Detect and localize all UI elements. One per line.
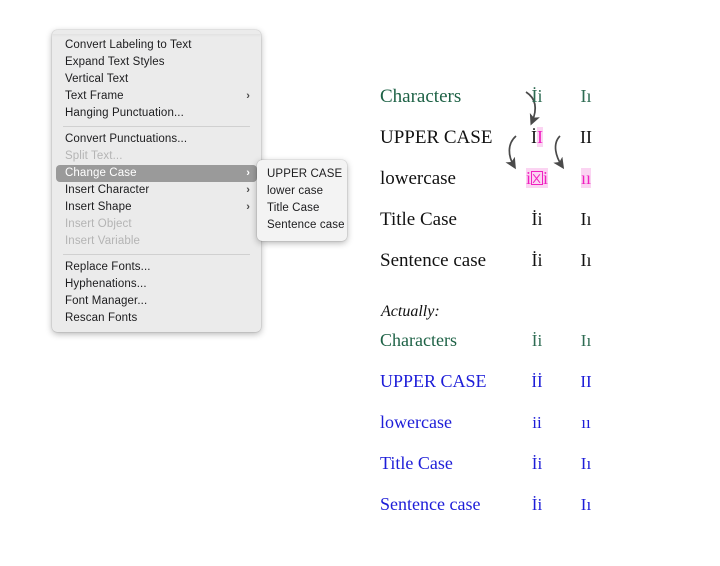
menu-item-hanging-punctuation[interactable]: Hanging Punctuation... — [52, 105, 261, 122]
menu-item-label: Insert Variable — [65, 235, 141, 247]
row-value-upper-case-col2: II — [580, 371, 592, 391]
menu-item-label: Text Frame — [65, 90, 124, 102]
row-label-characters: Characters — [380, 85, 462, 107]
menu-item-label: Insert Character — [65, 184, 150, 196]
submenu-item-label: UPPER CASE — [267, 168, 343, 180]
menu-item-label: Font Manager... — [65, 295, 148, 307]
chevron-right-icon: › — [246, 184, 250, 196]
row-value-sentence-case-col2: Iı — [580, 494, 592, 514]
row-label-lowercase: lowercase — [380, 412, 452, 432]
menu-item-font-manager[interactable]: Font Manager... — [52, 293, 261, 310]
row-value-title-case-col2: Iı — [580, 209, 592, 229]
menu-item-label: Expand Text Styles — [65, 56, 165, 68]
table-row: Sentence case İi Iı — [380, 240, 610, 281]
row-value-lowercase-col1: ii — [532, 412, 542, 432]
text-context-menu[interactable]: Convert Labeling to Text Expand Text Sty… — [52, 30, 261, 332]
table-row: UPPER CASE İI II — [380, 117, 610, 158]
menu-item-insert-variable: Insert Variable — [52, 233, 261, 250]
menu-separator — [63, 126, 250, 127]
menu-item-label: Rescan Fonts — [65, 312, 138, 324]
menu-item-label: Convert Labeling to Text — [65, 39, 192, 51]
menu-item-label: Insert Object — [65, 218, 132, 230]
menu-item-change-case[interactable]: Change Case › — [56, 165, 257, 182]
row-label-characters: Characters — [380, 330, 457, 350]
row-value-title-case-col2: Iı — [580, 453, 592, 473]
menu-item-hyphenations[interactable]: Hyphenations... — [52, 276, 261, 293]
menu-item-label: Change Case — [65, 167, 137, 179]
row-value-characters-col2: Iı — [580, 86, 592, 106]
row-value-lowercase-col1: ii — [526, 168, 548, 188]
submenu-item-label: Title Case — [267, 202, 320, 214]
menu-item-label: Hyphenations... — [65, 278, 147, 290]
submenu-item-upper-case[interactable]: UPPER CASE — [257, 166, 347, 183]
row-value-upper-case-col1: İI — [531, 127, 543, 147]
menu-item-label: Convert Punctuations... — [65, 133, 188, 145]
table-row: Title Case İi Iı — [380, 443, 610, 484]
chevron-right-icon: › — [246, 201, 250, 213]
row-value-characters-col1: İi — [531, 330, 543, 350]
menu-item-text-frame[interactable]: Text Frame › — [52, 88, 261, 105]
row-label-title-case: Title Case — [380, 208, 457, 230]
row-value-title-case-col1: İi — [531, 453, 543, 473]
menu-item-split-text: Split Text... — [52, 148, 261, 165]
actually-label: Actually: — [381, 303, 440, 320]
row-label-lowercase: lowercase — [380, 167, 456, 189]
change-case-submenu[interactable]: UPPER CASE lower case Title Case Sentenc… — [257, 160, 347, 241]
menu-item-insert-object: Insert Object — [52, 216, 261, 233]
chevron-right-icon: › — [246, 167, 250, 179]
menu-item-insert-character[interactable]: Insert Character › — [52, 182, 261, 199]
table-row: Title Case İi Iı — [380, 199, 610, 240]
row-value-sentence-case-col2: Iı — [580, 250, 592, 270]
submenu-item-lower-case[interactable]: lower case — [257, 183, 347, 200]
menu-item-label: Hanging Punctuation... — [65, 107, 184, 119]
table-row: Characters İi Iı — [380, 76, 610, 117]
row-value-upper-case-col1: İİ — [531, 371, 543, 391]
table-row: Characters İi Iı — [380, 320, 610, 361]
case-table-current: Characters İi Iı UPPER CASE İI II lowerc… — [380, 76, 610, 281]
table-row: UPPER CASE İİ II — [380, 361, 610, 402]
row-value-characters-col2: Iı — [580, 330, 592, 350]
case-table-expected: Characters İi Iı UPPER CASE İİ II lowerc… — [380, 320, 610, 525]
menu-item-label: Vertical Text — [65, 73, 129, 85]
menu-separator — [63, 254, 250, 255]
menu-item-convert-punctuations[interactable]: Convert Punctuations... — [52, 131, 261, 148]
submenu-item-sentence-case[interactable]: Sentence case — [257, 217, 347, 234]
menu-item-label: Insert Shape — [65, 201, 132, 213]
row-value-sentence-case-col1: İi — [531, 494, 543, 514]
row-label-upper-case: UPPER CASE — [380, 371, 487, 391]
submenu-item-title-case[interactable]: Title Case — [257, 200, 347, 217]
submenu-item-label: Sentence case — [267, 219, 345, 231]
missing-glyph-icon — [531, 171, 543, 186]
menu-item-rescan-fonts[interactable]: Rescan Fonts — [52, 310, 261, 327]
row-label-sentence-case: Sentence case — [380, 494, 481, 514]
menu-item-label: Split Text... — [65, 150, 123, 162]
row-label-title-case: Title Case — [380, 453, 453, 473]
menu-item-insert-shape[interactable]: Insert Shape › — [52, 199, 261, 216]
row-value-upper-case-col2: II — [580, 127, 592, 147]
menu-item-expand-text-styles[interactable]: Expand Text Styles — [52, 54, 261, 71]
row-value-characters-col1: İi — [531, 86, 543, 106]
row-label-upper-case: UPPER CASE — [380, 126, 493, 148]
row-value-sentence-case-col1: İi — [531, 250, 543, 270]
submenu-item-label: lower case — [267, 185, 324, 197]
chevron-right-icon: › — [246, 90, 250, 102]
table-row: lowercase ii ıı — [380, 158, 610, 199]
row-value-lowercase-col2: ıı — [580, 168, 591, 188]
menu-item-label: Replace Fonts... — [65, 261, 151, 273]
row-value-title-case-col1: İi — [531, 209, 543, 229]
row-value-lowercase-col2: ıı — [581, 412, 591, 432]
table-row: lowercase ii ıı — [380, 402, 610, 443]
menu-item-vertical-text[interactable]: Vertical Text — [52, 71, 261, 88]
menu-item-convert-labeling-to-text[interactable]: Convert Labeling to Text — [52, 37, 261, 54]
row-label-sentence-case: Sentence case — [380, 249, 487, 271]
table-row: Sentence case İi Iı — [380, 484, 610, 525]
case-conversion-illustration: Characters İi Iı UPPER CASE İI II lowerc… — [376, 0, 720, 566]
menu-item-replace-fonts[interactable]: Replace Fonts... — [52, 259, 261, 276]
